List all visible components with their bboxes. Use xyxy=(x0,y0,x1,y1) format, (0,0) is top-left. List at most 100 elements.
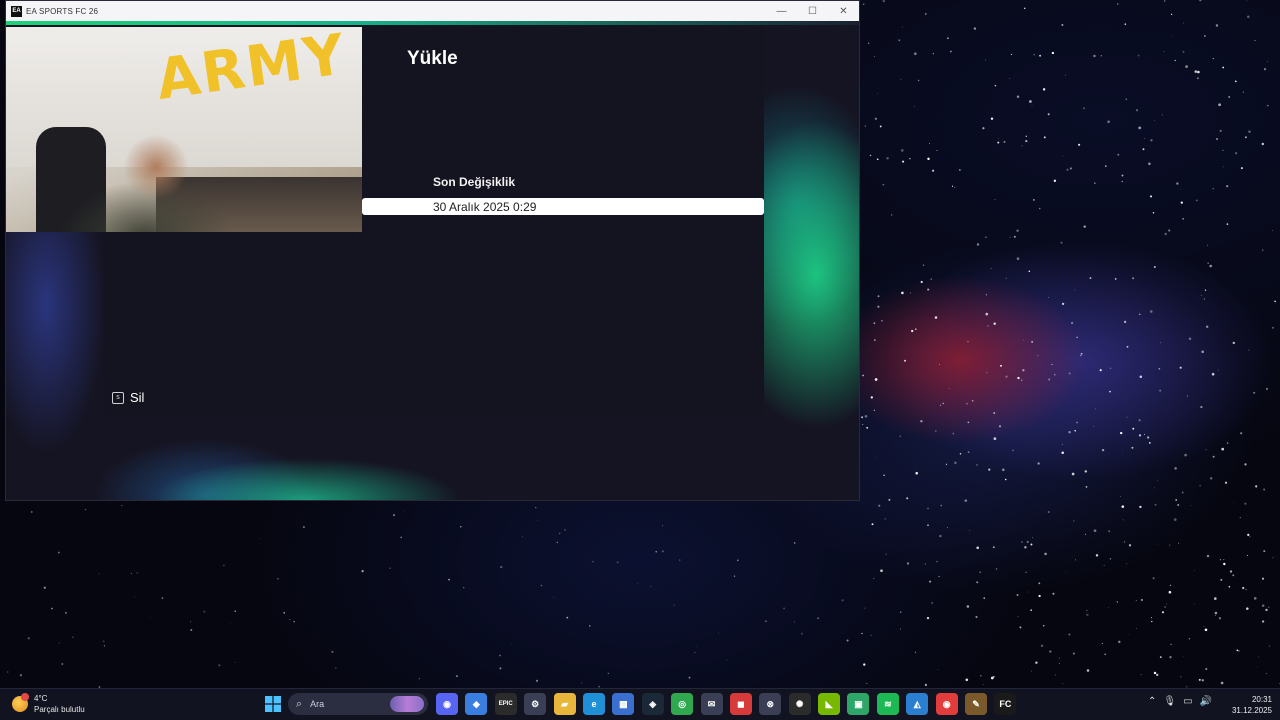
android-icon[interactable]: ▣ xyxy=(847,693,870,715)
star xyxy=(942,402,944,405)
search-placeholder: Ara xyxy=(310,699,325,709)
star xyxy=(1263,488,1266,491)
app-red-icon[interactable]: ◼ xyxy=(729,693,752,715)
copilot-icon[interactable]: ◆ xyxy=(465,693,488,715)
star xyxy=(1174,59,1176,62)
star xyxy=(1101,642,1104,645)
star xyxy=(939,364,940,366)
settings-icon[interactable]: ⚙ xyxy=(524,693,547,715)
star xyxy=(589,625,591,627)
star xyxy=(1061,451,1064,455)
discord-icon[interactable]: ◉ xyxy=(436,693,458,715)
start-icon[interactable] xyxy=(262,693,284,715)
star xyxy=(1109,558,1111,560)
star xyxy=(866,426,869,429)
taskbar-clock[interactable]: 20:31 31.12.2025 xyxy=(1226,694,1272,716)
star xyxy=(1107,607,1109,609)
star xyxy=(650,585,652,587)
star xyxy=(552,596,554,598)
minimize-button[interactable]: — xyxy=(766,1,797,21)
star xyxy=(982,127,985,130)
star xyxy=(1268,645,1271,648)
star xyxy=(948,387,950,389)
star xyxy=(1012,449,1014,451)
star xyxy=(418,678,420,680)
microphone-icon[interactable]: 🎙 xyxy=(1163,696,1176,707)
network-icon[interactable]: ▭ xyxy=(1183,696,1192,707)
ea-app-icon[interactable]: ◉ xyxy=(935,693,958,715)
star xyxy=(1140,598,1143,602)
star xyxy=(1120,431,1123,435)
game-tool-icon[interactable]: ✎ xyxy=(965,693,988,715)
star xyxy=(1153,671,1157,675)
chatgpt-icon[interactable]: ✺ xyxy=(788,693,811,715)
photos-icon[interactable]: ◭ xyxy=(906,693,929,715)
star xyxy=(1217,369,1219,371)
star xyxy=(1248,130,1251,133)
star xyxy=(1033,54,1035,56)
star xyxy=(959,169,961,171)
tray-chevron-icon[interactable]: ⌃ xyxy=(1148,696,1156,707)
edge-icon[interactable]: e xyxy=(582,693,605,715)
epic-games-icon[interactable]: EPIC xyxy=(494,693,517,715)
star xyxy=(927,524,929,527)
star xyxy=(1124,23,1127,25)
chrome-icon[interactable]: ◎ xyxy=(671,693,694,715)
file-explorer-icon[interactable]: ▰ xyxy=(553,693,576,715)
star xyxy=(874,339,876,341)
star xyxy=(499,654,502,657)
star xyxy=(1169,584,1172,587)
star xyxy=(1100,55,1102,57)
star xyxy=(1060,241,1063,244)
fc-icon[interactable]: FC xyxy=(994,693,1017,715)
star xyxy=(1123,320,1127,324)
star xyxy=(1035,661,1038,664)
delete-hint[interactable]: s Sil xyxy=(112,390,144,405)
steam-icon[interactable]: ◈ xyxy=(641,693,664,715)
star xyxy=(967,341,969,343)
star xyxy=(1054,674,1056,676)
key-s-icon: s xyxy=(112,391,124,404)
mail-icon[interactable]: ✉ xyxy=(700,693,723,715)
star xyxy=(566,616,569,619)
xbox-icon[interactable]: ⊗ xyxy=(759,693,782,715)
star xyxy=(990,267,992,270)
star xyxy=(1017,376,1020,380)
save-slot-row[interactable]: 30 Aralık 2025 0:29 xyxy=(362,198,764,215)
window-titlebar[interactable]: EA EA SPORTS FC 26 — ☐ ✕ xyxy=(6,1,859,21)
star xyxy=(1004,478,1007,481)
star xyxy=(1132,427,1135,430)
star xyxy=(1154,487,1155,489)
taskbar-search[interactable]: ⌕ Ara xyxy=(288,693,428,715)
store-icon[interactable]: ▦ xyxy=(612,693,635,715)
star xyxy=(1266,104,1269,107)
star xyxy=(922,264,925,266)
star xyxy=(535,679,539,682)
nvidia-icon[interactable]: ◣ xyxy=(818,693,841,715)
weather-widget[interactable]: 4°C Parçalı bulutlu xyxy=(12,693,85,715)
star xyxy=(1150,139,1153,142)
close-button[interactable]: ✕ xyxy=(828,1,859,21)
volume-icon[interactable]: 🔊 xyxy=(1200,696,1212,707)
star xyxy=(1223,559,1225,561)
star xyxy=(1247,15,1250,18)
star xyxy=(1207,262,1209,264)
star xyxy=(976,243,980,246)
star xyxy=(983,597,985,599)
star xyxy=(189,621,191,623)
star xyxy=(1204,35,1206,37)
maximize-button[interactable]: ☐ xyxy=(797,1,828,21)
spotify-icon[interactable]: ≋ xyxy=(876,693,899,715)
star xyxy=(1201,679,1204,682)
star xyxy=(1023,339,1025,341)
star xyxy=(673,604,675,606)
star xyxy=(1062,683,1064,685)
star xyxy=(995,568,998,570)
star xyxy=(929,580,932,583)
star xyxy=(1228,96,1231,98)
star xyxy=(914,328,917,331)
star xyxy=(1226,223,1229,225)
star xyxy=(1261,142,1265,146)
star xyxy=(1197,70,1200,74)
star xyxy=(259,538,261,540)
